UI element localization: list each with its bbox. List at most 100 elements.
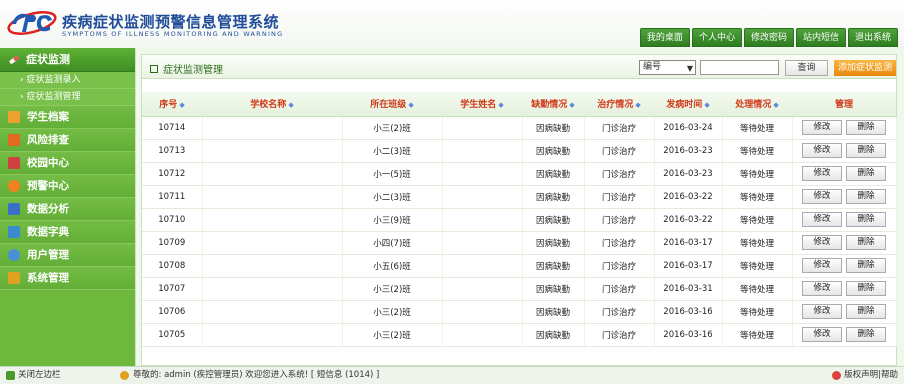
cell-actions: 修改 删除: [792, 277, 897, 301]
cell-student: [442, 323, 523, 347]
cell-absence: 因病缺勤: [522, 139, 585, 163]
sidebar-item-student-archive[interactable]: 学生档案: [0, 106, 135, 129]
header-label: 序号: [159, 100, 178, 111]
cell-class: 小三(2)班: [342, 116, 443, 140]
header-status[interactable]: 处理情况 ◆: [722, 92, 792, 117]
cell-treatment: 门诊治疗: [584, 300, 655, 324]
cell-absence: 因病缺勤: [522, 116, 585, 140]
cell-actions: 修改 删除: [792, 231, 897, 255]
help-link[interactable]: 版权声明|帮助: [832, 367, 898, 384]
header-absence[interactable]: 缺勤情况 ◆: [522, 92, 584, 117]
cell-treatment: 门诊治疗: [584, 254, 655, 278]
nav-my-desktop[interactable]: 我的桌面: [639, 28, 690, 47]
delete-button[interactable]: 删除: [846, 143, 886, 158]
cell-treatment: 门诊治疗: [584, 277, 655, 301]
cell-absence: 因病缺勤: [522, 231, 585, 255]
cell-class: 小一(5)班: [342, 162, 443, 186]
delete-button[interactable]: 删除: [846, 327, 886, 342]
cell-class: 小四(7)班: [342, 231, 443, 255]
edit-button[interactable]: 修改: [802, 327, 842, 342]
nav-change-password[interactable]: 修改密码: [743, 28, 794, 47]
sidebar-item-data-dictionary[interactable]: 数据字典: [0, 221, 135, 244]
sidebar-subitem-manage[interactable]: › 症状监测管理: [0, 89, 135, 106]
header-id[interactable]: 序号 ◆: [142, 92, 202, 117]
sidebar-item-user-management[interactable]: 用户管理: [0, 244, 135, 267]
cell-date: 2016-03-16: [654, 300, 723, 324]
nav-personal-center[interactable]: 个人中心: [691, 28, 742, 47]
toggle-sidebar-button[interactable]: 关闭左边栏: [6, 367, 61, 384]
cell-treatment: 门诊治疗: [584, 323, 655, 347]
sidebar-item-system-management[interactable]: 系统管理: [0, 267, 135, 290]
cell-date: 2016-03-31: [654, 277, 723, 301]
header-student[interactable]: 学生姓名 ◆: [442, 92, 522, 117]
table-row: 10707 小三(2)班 因病缺勤 门诊治疗 2016-03-31 等待处理 修…: [142, 277, 897, 301]
delete-button[interactable]: 删除: [846, 166, 886, 181]
nav-messages[interactable]: 站内短信: [795, 28, 846, 47]
table-row: 10712 小一(5)班 因病缺勤 门诊治疗 2016-03-23 等待处理 修…: [142, 162, 897, 186]
panel-title-text: 症状监测管理: [163, 65, 223, 76]
cell-status: 等待处理: [722, 139, 793, 163]
edit-button[interactable]: 修改: [802, 166, 842, 181]
add-symptom-button[interactable]: 添加症状监测: [834, 60, 896, 76]
header-date[interactable]: 发病时间 ◆: [654, 92, 722, 117]
search-button[interactable]: 查询: [785, 60, 828, 76]
cell-student: [442, 162, 523, 186]
logo-icon: [7, 11, 57, 35]
sidebar-subitem-entry[interactable]: › 症状监测录入: [0, 72, 135, 89]
cell-status: 等待处理: [722, 162, 793, 186]
table-row: 10711 小二(3)班 因病缺勤 门诊治疗 2016-03-22 等待处理 修…: [142, 185, 897, 209]
top-nav: 我的桌面 个人中心 修改密码 站内短信 退出系统: [639, 28, 898, 47]
table-row: 10714 小三(2)班 因病缺勤 门诊治疗 2016-03-24 等待处理 修…: [142, 116, 897, 140]
table-row: 10705 小三(2)班 因病缺勤 门诊治疗 2016-03-16 等待处理 修…: [142, 323, 897, 347]
app-subtitle: SYMPTOMS OF ILLNESS MONITORING AND WARNI…: [62, 30, 284, 38]
sidebar-item-risk-check[interactable]: 风险排查: [0, 129, 135, 152]
header-treatment[interactable]: 治疗情况 ◆: [584, 92, 654, 117]
edit-button[interactable]: 修改: [802, 281, 842, 296]
table-row: 10713 小二(3)班 因病缺勤 门诊治疗 2016-03-23 等待处理 修…: [142, 139, 897, 163]
cell-actions: 修改 删除: [792, 185, 897, 209]
edit-button[interactable]: 修改: [802, 212, 842, 227]
sidebar-item-data-analysis[interactable]: 数据分析: [0, 198, 135, 221]
sidebar-subitem-label: 症状监测录入: [26, 75, 81, 85]
risk-icon: [8, 134, 20, 146]
cell-student: [442, 231, 523, 255]
table-header-row: 序号 ◆ 学校名称 ◆ 所在班级 ◆ 学生姓名 ◆ 缺勤情况 ◆ 治疗情况 ◆ 发病时间 ◆ …: [142, 92, 896, 117]
cell-class: 小二(3)班: [342, 185, 443, 209]
sidebar-item-campus-center[interactable]: 校园中心: [0, 152, 135, 175]
table-row: 10706 小三(2)班 因病缺勤 门诊治疗 2016-03-16 等待处理 修…: [142, 300, 897, 324]
delete-button[interactable]: 删除: [846, 304, 886, 319]
delete-button[interactable]: 删除: [846, 189, 886, 204]
edit-button[interactable]: 修改: [802, 235, 842, 250]
cell-id: 10711: [142, 185, 203, 209]
sort-icon: ◆: [288, 101, 294, 110]
edit-button[interactable]: 修改: [802, 304, 842, 319]
delete-button[interactable]: 删除: [846, 212, 886, 227]
header-class[interactable]: 所在班级 ◆: [342, 92, 442, 117]
delete-button[interactable]: 删除: [846, 281, 886, 296]
header-school[interactable]: 学校名称 ◆: [202, 92, 342, 117]
search-field-select[interactable]: 编号 ▼: [639, 60, 696, 75]
panel-title: 症状监测管理: [150, 61, 223, 76]
edit-button[interactable]: 修改: [802, 143, 842, 158]
cell-school: [202, 185, 343, 209]
delete-button[interactable]: 删除: [846, 235, 886, 250]
sidebar-section-label: 症状监测: [26, 52, 70, 66]
sidebar-section-symptom-monitoring[interactable]: 症状监测: [0, 48, 135, 72]
cell-school: [202, 254, 343, 278]
edit-button[interactable]: 修改: [802, 189, 842, 204]
cell-absence: 因病缺勤: [522, 300, 585, 324]
cell-student: [442, 208, 523, 232]
cell-class: 小三(2)班: [342, 277, 443, 301]
delete-button[interactable]: 删除: [846, 258, 886, 273]
sidebar-item-label: 系统管理: [27, 271, 69, 284]
sidebar-item-warning-center[interactable]: 预警中心: [0, 175, 135, 198]
cell-id: 10705: [142, 323, 203, 347]
nav-logout[interactable]: 退出系统: [847, 28, 898, 47]
delete-button[interactable]: 删除: [846, 120, 886, 135]
edit-button[interactable]: 修改: [802, 120, 842, 135]
edit-button[interactable]: 修改: [802, 258, 842, 273]
cell-treatment: 门诊治疗: [584, 185, 655, 209]
sidebar-toggle-icon: [6, 371, 15, 380]
cell-student: [442, 139, 523, 163]
search-input[interactable]: [700, 60, 779, 75]
